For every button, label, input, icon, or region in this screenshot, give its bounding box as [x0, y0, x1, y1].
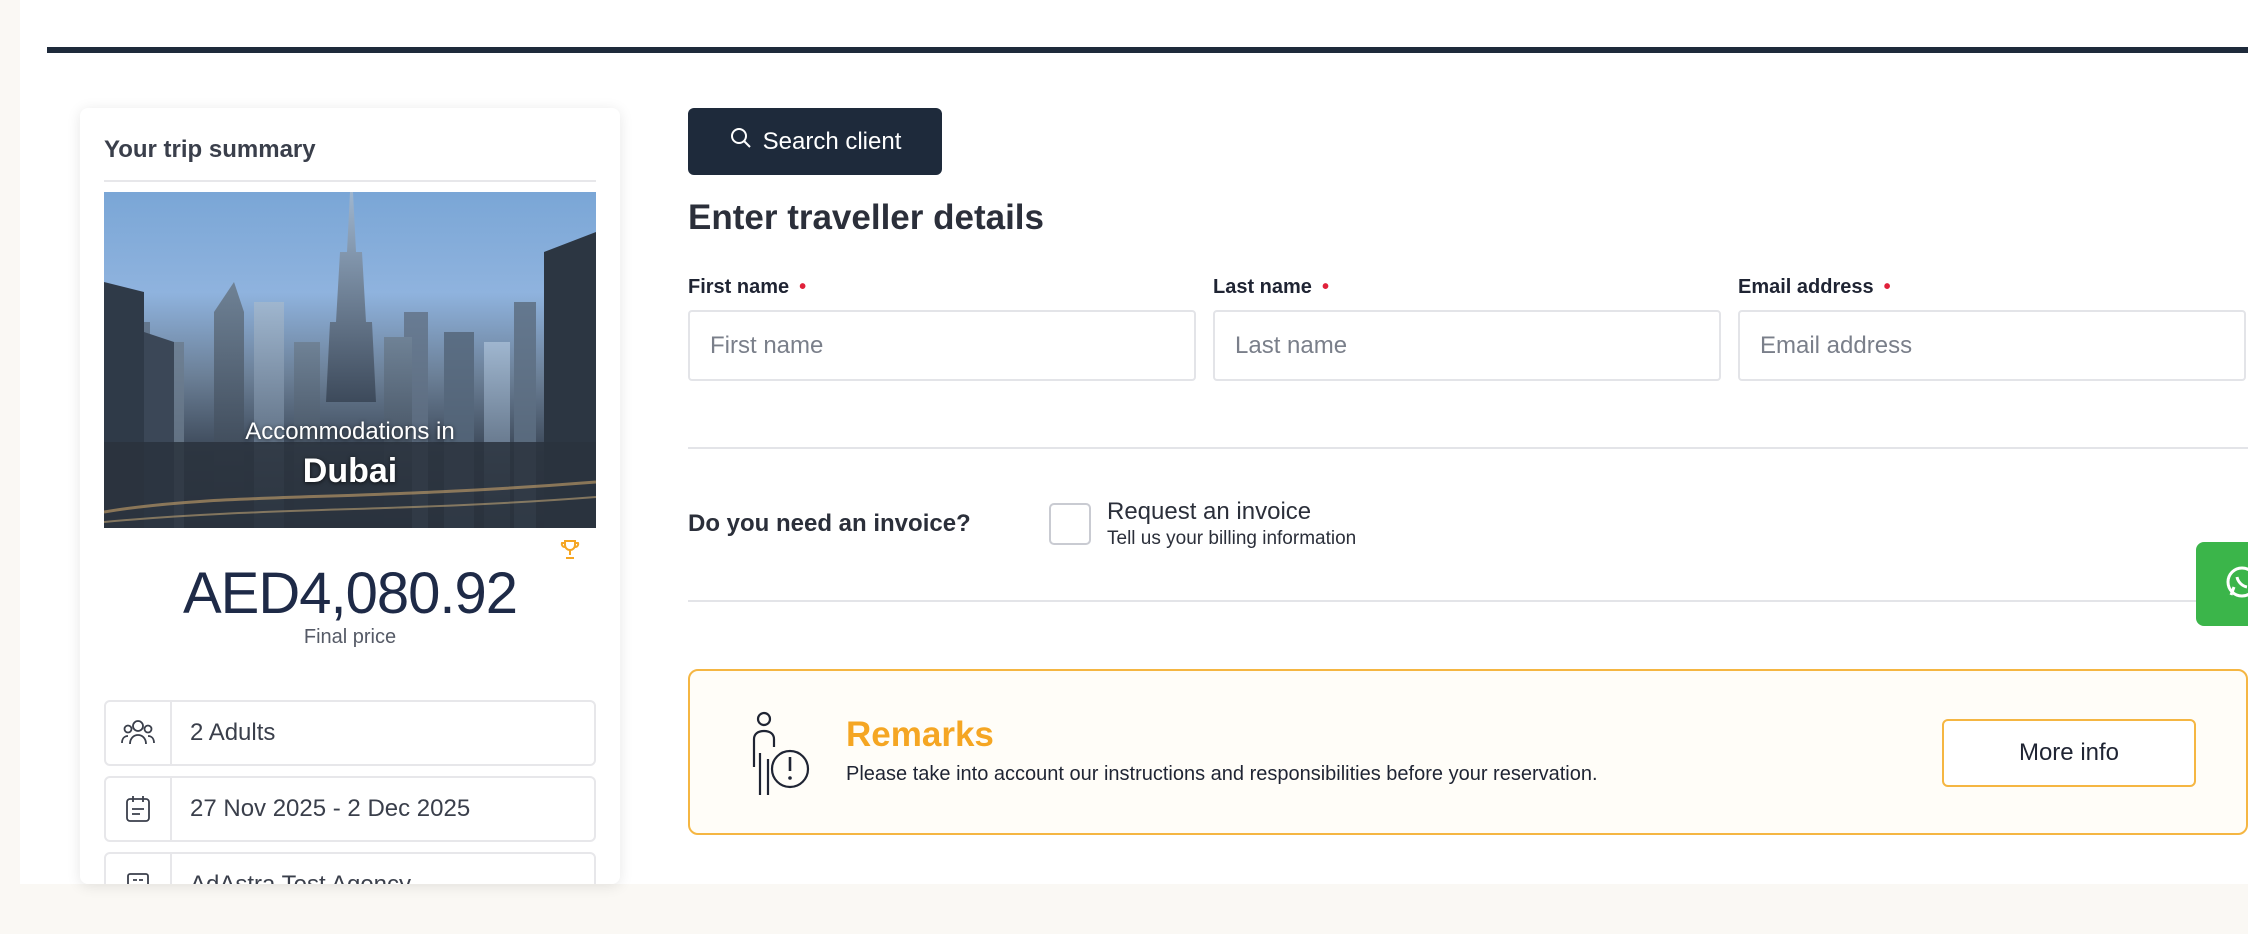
remarks-text: Please take into account our instruction…: [846, 763, 1598, 785]
whatsapp-icon: [2222, 562, 2248, 607]
request-invoice-checkbox[interactable]: [1049, 503, 1091, 545]
calendar-icon: [106, 778, 172, 840]
hero-city: Dubai: [302, 452, 398, 490]
travellers-text: 2 Adults: [190, 719, 276, 746]
first-name-label: First name •: [688, 276, 806, 299]
summary-divider: [104, 180, 596, 182]
last-name-input[interactable]: [1213, 310, 1721, 381]
first-name-label-text: First name: [688, 276, 790, 298]
last-name-label-text: Last name: [1213, 276, 1312, 298]
required-marker: •: [1321, 276, 1329, 298]
search-client-label: Search client: [762, 127, 902, 155]
dates-text: 27 Nov 2025 - 2 Dec 2025: [190, 795, 471, 822]
building-icon: [106, 854, 172, 884]
final-price: AED4,080.92: [182, 561, 518, 626]
required-marker: •: [1883, 276, 1891, 298]
summary-row-dates: 27 Nov 2025 - 2 Dec 2025: [104, 776, 596, 842]
search-client-button[interactable]: Search client: [688, 108, 942, 175]
whatsapp-button[interactable]: [2196, 542, 2248, 626]
more-info-button[interactable]: More info: [1942, 719, 2196, 787]
required-marker: •: [799, 276, 807, 298]
last-name-label: Last name •: [1213, 276, 1329, 299]
users-icon: [106, 702, 172, 764]
destination-image: Accommodations in Dubai: [104, 192, 596, 528]
section-divider: [688, 600, 2248, 602]
final-price-label: Final price: [303, 626, 397, 648]
summary-row-agency: AdAstra Test Agency: [104, 852, 596, 884]
hero-subtitle: Accommodations in: [245, 418, 455, 445]
email-input[interactable]: [1738, 310, 2246, 381]
email-label: Email address •: [1738, 276, 1891, 299]
trip-summary-card: Your trip summary Accommodations in Duba…: [80, 108, 620, 884]
traveller-details-title: Enter traveller details: [688, 198, 1044, 237]
header-divider: [47, 47, 2248, 53]
request-invoice-label[interactable]: Request an invoice: [1107, 498, 1311, 526]
summary-row-travellers: 2 Adults: [104, 700, 596, 766]
trip-summary-title: Your trip summary: [104, 136, 316, 163]
search-icon: [729, 126, 753, 157]
section-divider: [688, 447, 2248, 449]
agency-text: AdAstra Test Agency: [172, 871, 411, 884]
invoice-question: Do you need an invoice?: [688, 510, 971, 537]
email-label-text: Email address: [1738, 276, 1874, 298]
traveller-alert-icon: [738, 711, 818, 802]
remarks-panel: Remarks Please take into account our ins…: [688, 669, 2248, 835]
remarks-title: Remarks: [846, 715, 994, 754]
request-invoice-subtitle: Tell us your billing information: [1107, 528, 1357, 549]
first-name-input[interactable]: [688, 310, 1196, 381]
